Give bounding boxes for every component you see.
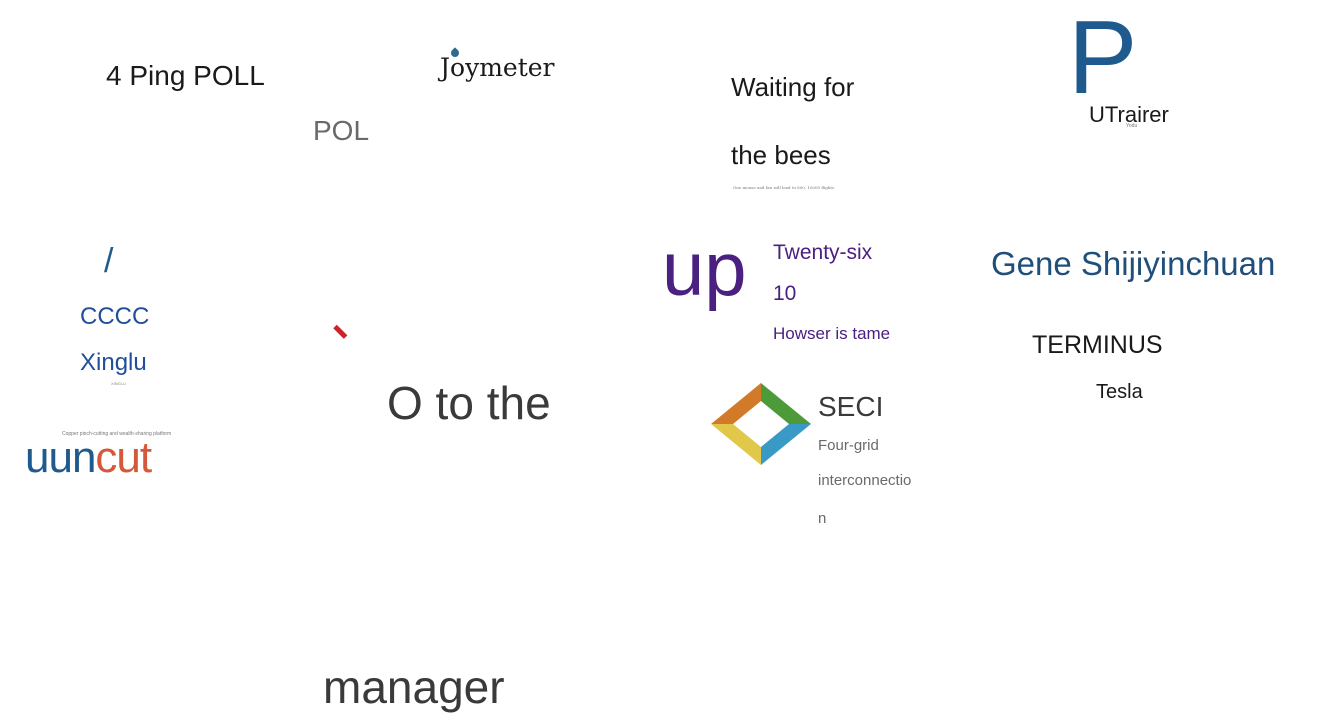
logo-four-grid-2: interconnectio [818,472,912,489]
logo-yodu: Yodu [1126,123,1138,129]
uuncut-cut: cut [95,433,152,482]
logo-twenty-six: Twenty-six [773,241,873,264]
logo-joymeter: Joymeter [440,47,555,82]
logo-xinglu: Xinglu [80,349,147,376]
logo-four-grid-1: Four-grid [818,437,879,454]
logo-ten: 10 [773,282,797,305]
logo-o-to-the: O to the [387,377,551,429]
logo-waiting-line2: the bees [731,140,831,170]
logo-uuncut-tagline: Copper pinch-cutting and wealth-sharing … [62,431,172,437]
joymeter-text: Joymeter [440,53,555,82]
logo-cccc: CCCC [80,303,150,330]
logo-waiting-line1: Waiting for [731,72,855,102]
logo-four-grid-3: n [818,510,827,527]
logo-gene-shijiyinchuan: Gene Shijiyinchuan [991,245,1276,282]
logo-xinglu-sub: XINGLU [111,381,126,386]
logo-seci: SECI [818,391,884,422]
logo-uuncut: uuncut [25,433,152,482]
seci-diamond-icon [711,383,811,465]
uuncut-uun: uun [25,433,96,482]
logo-pol: POL [313,115,370,146]
logo-up: up [662,227,747,312]
logo-manager: manager [323,661,505,713]
logo-terminus: TERMINUS [1032,331,1163,359]
logo-waiting-tagline: One mouse and fan will lead to 800, 1000… [733,185,835,190]
logo-tesla: Tesla [1096,381,1143,403]
red-tick-mark [333,324,348,339]
logo-slash: / [104,242,114,280]
logo-howser: Howser is tame [773,324,891,343]
logo-p-letter: P [1068,0,1138,116]
logo-ping-poll: 4 Ping POLL [106,60,265,91]
